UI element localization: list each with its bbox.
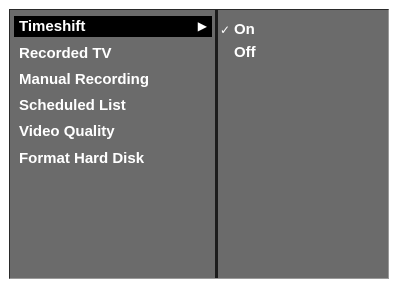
main-menu: Timeshift ▶ Recorded TV Manual Recording… [10, 10, 215, 278]
timeshift-submenu: ✓ On Off [218, 10, 388, 278]
menu-item-scheduled-list[interactable]: Scheduled List [14, 95, 212, 116]
menu-item-label: Recorded TV [19, 45, 112, 62]
menu-item-label: Manual Recording [19, 71, 150, 88]
recording-menu-panel: Timeshift ▶ Recorded TV Manual Recording… [9, 9, 389, 279]
checkmark-icon: ✓ [220, 23, 231, 37]
menu-item-label: Video Quality [19, 123, 115, 140]
menu-item-video-quality[interactable]: Video Quality [14, 121, 212, 142]
menu-item-label: Timeshift [19, 18, 86, 35]
menu-item-format-hard-disk[interactable]: Format Hard Disk [14, 148, 212, 169]
menu-item-label: Scheduled List [19, 97, 126, 114]
submenu-option-label: On [234, 21, 255, 38]
menu-item-recorded-tv[interactable]: Recorded TV [14, 43, 212, 64]
menu-item-manual-recording[interactable]: Manual Recording [14, 69, 212, 90]
menu-item-label: Format Hard Disk [19, 150, 145, 167]
submenu-option-label: Off [234, 44, 256, 61]
submenu-arrow-icon: ▶ [197, 19, 207, 33]
menu-item-timeshift[interactable]: Timeshift ▶ [14, 16, 212, 37]
